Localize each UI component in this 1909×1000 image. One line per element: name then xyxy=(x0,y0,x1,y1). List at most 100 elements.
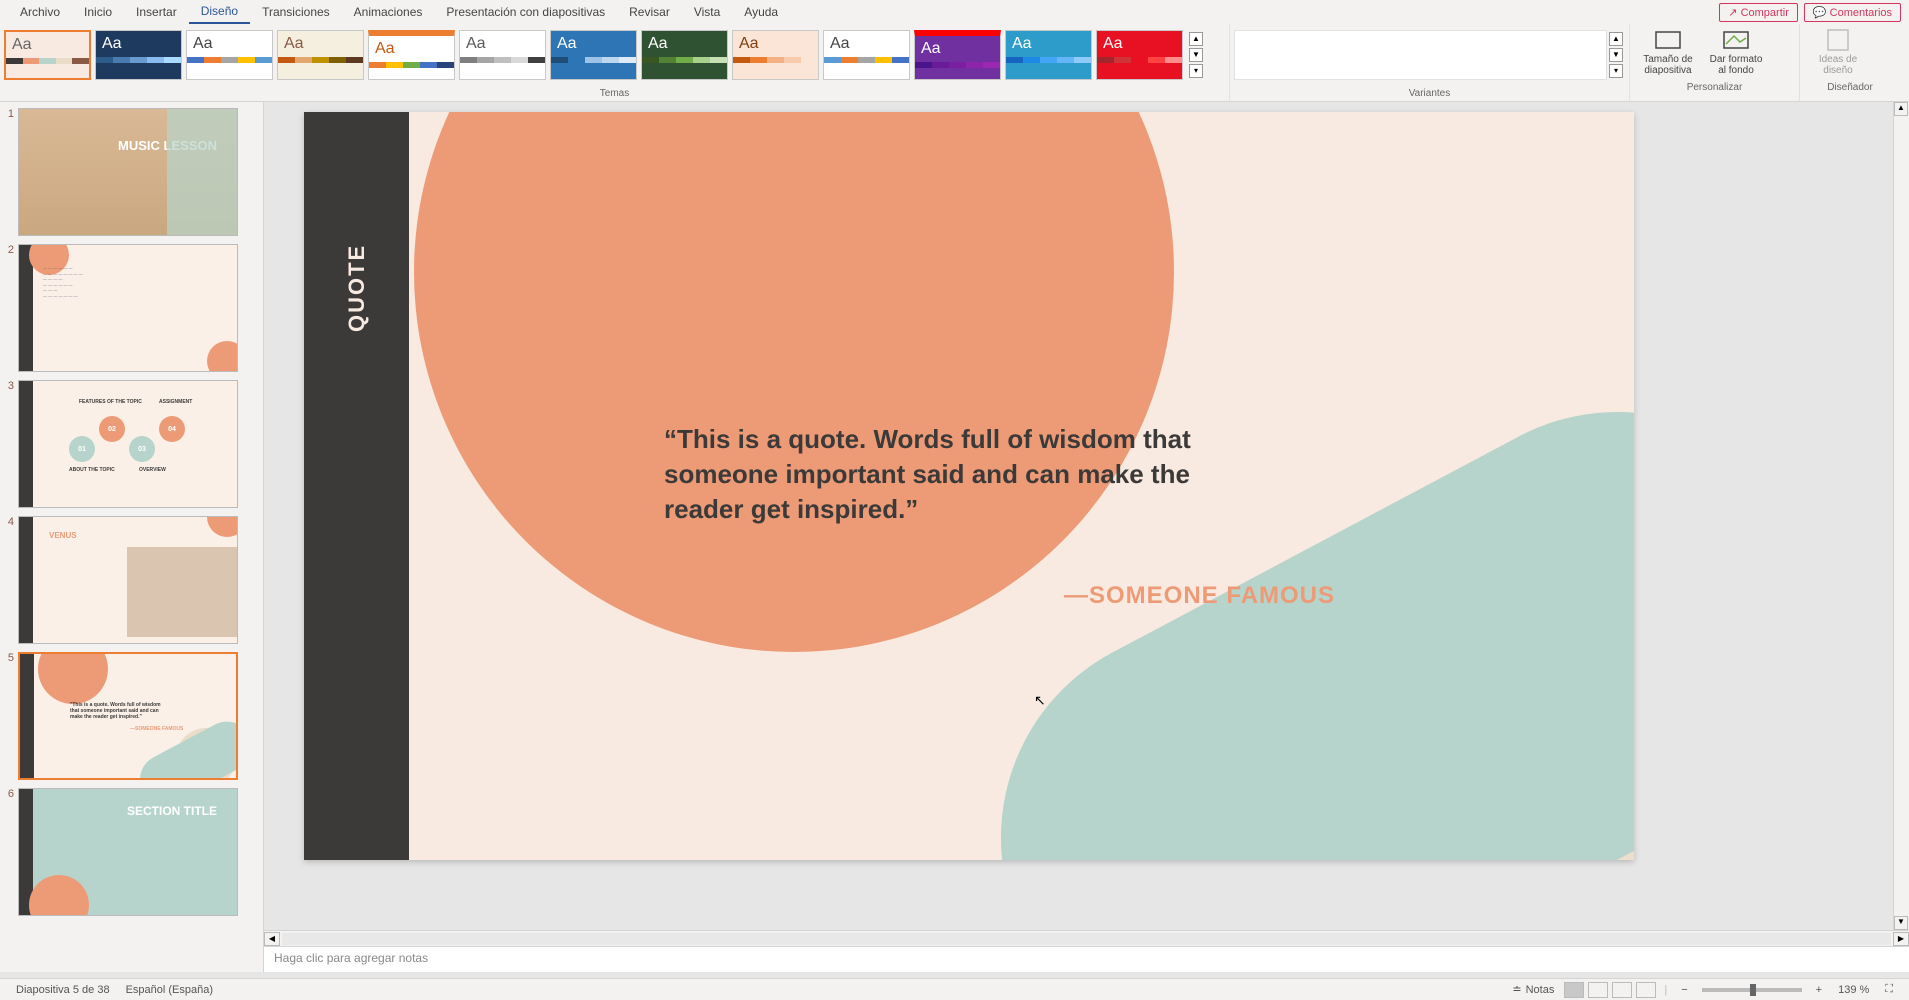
format-background-button[interactable]: Dar formato al fondo xyxy=(1706,28,1766,76)
theme-preview-text: Aa xyxy=(824,31,909,57)
slideshow-view-button[interactable] xyxy=(1636,982,1656,998)
menu-archivo[interactable]: Archivo xyxy=(8,1,72,23)
theme-preview-text: Aa xyxy=(460,31,545,57)
zoom-slider[interactable] xyxy=(1702,988,1802,992)
theme-color-strip xyxy=(824,57,909,63)
slide-thumbnail-5[interactable]: "This is a quote. Words full of wisdom t… xyxy=(18,652,238,780)
theme-color-strip xyxy=(187,57,272,63)
scroll-track[interactable] xyxy=(282,933,1891,945)
sorter-view-button[interactable] xyxy=(1588,982,1608,998)
slide-thumbnail-6[interactable]: SECTION TITLE xyxy=(18,788,238,916)
theme-tile-0[interactable]: Aa xyxy=(4,30,91,80)
scroll-down-arrow[interactable]: ▼ xyxy=(1894,916,1908,930)
slide-editor-area: QUOTE “This is a quote. Words full of wi… xyxy=(264,102,1909,972)
design-ideas-label: Ideas de diseño xyxy=(1808,54,1868,76)
slide-size-button[interactable]: Tamaño de diapositiva xyxy=(1638,28,1698,76)
horizontal-scrollbar[interactable]: ◀ ▶ xyxy=(264,930,1909,946)
menu-animaciones[interactable]: Animaciones xyxy=(342,1,435,23)
menu-presentacion[interactable]: Presentación con diapositivas xyxy=(434,1,617,23)
themes-gallery: AaAaAaAaAaAaAaAaAaAaAaAaAa▲▼▾ xyxy=(0,24,1229,86)
main-area: 1 MUSIC LESSON 2 — — — — — —— — — — — — … xyxy=(0,102,1909,972)
theme-tile-1[interactable]: Aa xyxy=(95,30,182,80)
normal-view-button[interactable] xyxy=(1564,982,1584,998)
customize-group: Tamaño de diapositiva Dar formato al fon… xyxy=(1630,24,1800,101)
scroll-right-arrow[interactable]: ▶ xyxy=(1893,932,1909,946)
current-slide[interactable]: QUOTE “This is a quote. Words full of wi… xyxy=(304,112,1634,860)
scroll-left-arrow[interactable]: ◀ xyxy=(264,932,280,946)
theme-tile-5[interactable]: Aa xyxy=(459,30,546,80)
share-button[interactable]: ↗ Compartir xyxy=(1719,3,1798,22)
variants-down-arrow[interactable]: ▼ xyxy=(1609,48,1623,62)
theme-color-strip xyxy=(915,62,1000,68)
slide-thumbnail-4[interactable]: VENUS xyxy=(18,516,238,644)
reading-view-button[interactable] xyxy=(1612,982,1632,998)
theme-preview-text: Aa xyxy=(6,32,89,58)
theme-preview-text: Aa xyxy=(915,36,1000,62)
thumb1-title: MUSIC LESSON xyxy=(118,139,217,153)
ribbon: AaAaAaAaAaAaAaAaAaAaAaAaAa▲▼▾ Temas ▲ ▼ … xyxy=(0,24,1909,102)
vertical-scrollbar[interactable]: ▲ ▼ xyxy=(1893,102,1909,930)
theme-color-strip xyxy=(460,57,545,63)
theme-color-strip xyxy=(642,57,727,63)
notes-toggle[interactable]: ≐ Notas xyxy=(1504,983,1562,996)
menu-revisar[interactable]: Revisar xyxy=(617,1,682,23)
theme-tile-4[interactable]: Aa xyxy=(368,30,455,80)
variants-more-arrow[interactable]: ▾ xyxy=(1609,64,1623,78)
theme-preview-text: Aa xyxy=(733,31,818,57)
variant-preview[interactable] xyxy=(1234,30,1607,80)
menu-vista[interactable]: Vista xyxy=(682,1,732,23)
theme-tile-8[interactable]: Aa xyxy=(732,30,819,80)
themes-more-arrow[interactable]: ▾ xyxy=(1189,64,1203,78)
zoom-handle[interactable] xyxy=(1750,984,1756,996)
slide-thumbnail-1[interactable]: MUSIC LESSON xyxy=(18,108,238,236)
theme-color-strip xyxy=(278,57,363,63)
language-indicator[interactable]: Español (España) xyxy=(118,984,221,996)
scroll-up-arrow[interactable]: ▲ xyxy=(1894,102,1908,116)
menu-diseno[interactable]: Diseño xyxy=(189,0,250,24)
theme-tile-10[interactable]: Aa xyxy=(914,30,1001,80)
slide-canvas[interactable]: QUOTE “This is a quote. Words full of wi… xyxy=(264,102,1909,930)
theme-tile-7[interactable]: Aa xyxy=(641,30,728,80)
themes-up-arrow[interactable]: ▲ xyxy=(1189,32,1203,46)
notes-area[interactable]: Haga clic para agregar notas xyxy=(264,946,1909,972)
zoom-out-button[interactable]: − xyxy=(1673,984,1695,996)
comments-button[interactable]: 💬 Comentarios xyxy=(1804,3,1901,22)
theme-color-strip xyxy=(551,57,636,63)
slide-thumbnail-2[interactable]: — — — — — —— — — — — — — —— — — —— — — —… xyxy=(18,244,238,372)
menu-ayuda[interactable]: Ayuda xyxy=(732,1,790,23)
variants-up-arrow[interactable]: ▲ xyxy=(1609,32,1623,46)
customize-group-label: Personalizar xyxy=(1630,80,1799,95)
slide-counter[interactable]: Diapositiva 5 de 38 xyxy=(8,984,118,996)
theme-color-strip xyxy=(6,58,89,64)
quote-text[interactable]: “This is a quote. Words full of wisdom t… xyxy=(664,422,1224,527)
theme-preview-text: Aa xyxy=(369,36,454,62)
themes-down-arrow[interactable]: ▼ xyxy=(1189,48,1203,62)
format-bg-icon xyxy=(1720,28,1752,52)
theme-tile-12[interactable]: Aa xyxy=(1096,30,1183,80)
slide-thumbnail-3[interactable]: FEATURES OF THE TOPIC ASSIGNMENT 01 02 0… xyxy=(18,380,238,508)
mouse-cursor-icon: ↖ xyxy=(1034,692,1046,709)
theme-tile-11[interactable]: Aa xyxy=(1005,30,1092,80)
slide-size-icon xyxy=(1652,28,1684,52)
thumb3-circle: 02 xyxy=(99,416,125,442)
theme-tile-3[interactable]: Aa xyxy=(277,30,364,80)
theme-tile-9[interactable]: Aa xyxy=(823,30,910,80)
designer-group-label: Diseñador xyxy=(1800,80,1900,95)
theme-tile-2[interactable]: Aa xyxy=(186,30,273,80)
menu-inicio[interactable]: Inicio xyxy=(72,1,124,23)
themes-group-label: Temas xyxy=(0,86,1229,101)
slide-sidebar-label[interactable]: QUOTE xyxy=(344,244,370,332)
theme-preview-text: Aa xyxy=(187,31,272,57)
menu-transiciones[interactable]: Transiciones xyxy=(250,1,342,23)
quote-attribution[interactable]: —SOMEONE FAMOUS xyxy=(1064,582,1335,610)
zoom-in-button[interactable]: + xyxy=(1808,984,1830,996)
decorative-circle-orange xyxy=(414,112,1174,652)
menubar: Archivo Inicio Insertar Diseño Transicio… xyxy=(0,0,1909,24)
theme-preview-text: Aa xyxy=(96,31,181,57)
zoom-level[interactable]: 139 % xyxy=(1830,984,1877,996)
slide-thumbnails-panel[interactable]: 1 MUSIC LESSON 2 — — — — — —— — — — — — … xyxy=(0,102,264,972)
fit-to-window-button[interactable]: ⛶ xyxy=(1877,983,1901,996)
menu-insertar[interactable]: Insertar xyxy=(124,1,189,23)
design-ideas-button[interactable]: Ideas de diseño xyxy=(1808,28,1868,76)
theme-tile-6[interactable]: Aa xyxy=(550,30,637,80)
